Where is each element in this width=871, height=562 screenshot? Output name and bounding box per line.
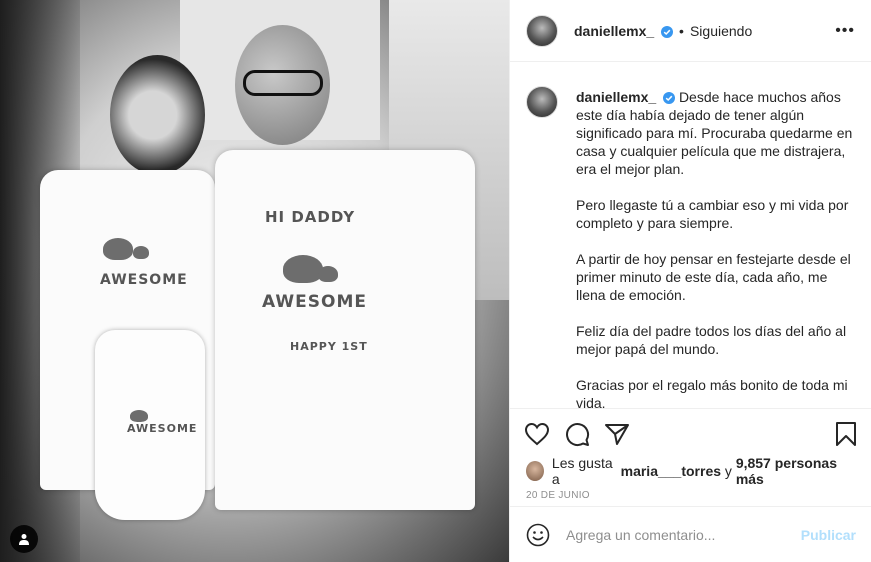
action-bar bbox=[510, 408, 871, 458]
caption-paragraph: Gracias por el regalo más bonito de toda… bbox=[576, 377, 848, 408]
share-icon bbox=[605, 423, 629, 445]
separator-dot: • bbox=[679, 22, 684, 39]
save-button[interactable] bbox=[835, 421, 857, 447]
photo-person-woman bbox=[110, 55, 205, 175]
heart-icon bbox=[524, 422, 550, 445]
elephant-graphic bbox=[283, 255, 323, 283]
caption-paragraph: Pero llegaste tú a cambiar eso y mi vida… bbox=[576, 197, 849, 231]
comment-button[interactable] bbox=[564, 421, 590, 447]
follow-status-button[interactable]: Siguiendo bbox=[690, 23, 752, 39]
shirt-text: HI DADDY bbox=[265, 208, 356, 226]
elephant-graphic bbox=[103, 238, 133, 260]
emoji-icon bbox=[526, 523, 550, 546]
like-button[interactable] bbox=[524, 422, 550, 446]
shirt-text: AWESOME bbox=[100, 272, 188, 288]
liker-avatar[interactable] bbox=[526, 461, 544, 481]
shirt-text: AWESOME bbox=[262, 292, 367, 312]
post-sidebar: daniellemx_ • Siguiendo ••• daniellemx_ … bbox=[509, 0, 871, 562]
elephant-graphic bbox=[130, 410, 148, 422]
caption-username[interactable]: daniellemx_ bbox=[576, 89, 656, 105]
shirt-text: HAPPY 1ST bbox=[290, 340, 368, 353]
user-tag-button[interactable] bbox=[10, 525, 38, 553]
bookmark-icon bbox=[836, 421, 856, 446]
header-username[interactable]: daniellemx_ bbox=[574, 23, 674, 39]
username-text[interactable]: daniellemx_ bbox=[574, 23, 654, 39]
likes-count[interactable]: 9,857 personas más bbox=[736, 455, 855, 487]
verified-badge-icon bbox=[663, 92, 676, 105]
comment-input[interactable] bbox=[566, 526, 801, 543]
publish-button[interactable]: Publicar bbox=[801, 527, 856, 543]
verified-badge-icon bbox=[661, 25, 674, 38]
avatar[interactable] bbox=[526, 14, 558, 47]
photo-shirt-right bbox=[215, 150, 475, 510]
elephant-graphic bbox=[133, 246, 149, 259]
likes-joiner: y bbox=[724, 463, 732, 479]
photo-glasses bbox=[243, 70, 323, 96]
likes-prefix: Les gusta a bbox=[551, 455, 613, 487]
caption-paragraph: Feliz día del padre todos los días del a… bbox=[576, 323, 847, 357]
liker-username[interactable]: maria___torres bbox=[621, 463, 721, 479]
post-photo[interactable]: HI DADDY AWESOME HAPPY 1ST AWESOME AWESO… bbox=[0, 0, 509, 562]
caption-paragraph: A partir de hoy pensar en festejarte des… bbox=[576, 251, 851, 303]
likes-summary: Les gusta a maria___torres y 9,857 perso… bbox=[510, 455, 871, 487]
emoji-button[interactable] bbox=[526, 523, 550, 547]
elephant-graphic bbox=[318, 266, 338, 282]
shirt-text: AWESOME bbox=[127, 422, 198, 435]
user-tag-icon bbox=[19, 534, 29, 545]
avatar[interactable] bbox=[526, 86, 558, 118]
share-button[interactable] bbox=[604, 422, 630, 446]
caption-body: daniellemx_ Desde hace muchos años este … bbox=[576, 88, 855, 408]
more-options-icon[interactable]: ••• bbox=[835, 22, 855, 40]
comment-bar: Publicar bbox=[510, 506, 871, 562]
comment-icon bbox=[566, 422, 590, 446]
post-header: daniellemx_ • Siguiendo ••• bbox=[510, 0, 871, 62]
caption: daniellemx_ Desde hace muchos años este … bbox=[510, 62, 871, 408]
